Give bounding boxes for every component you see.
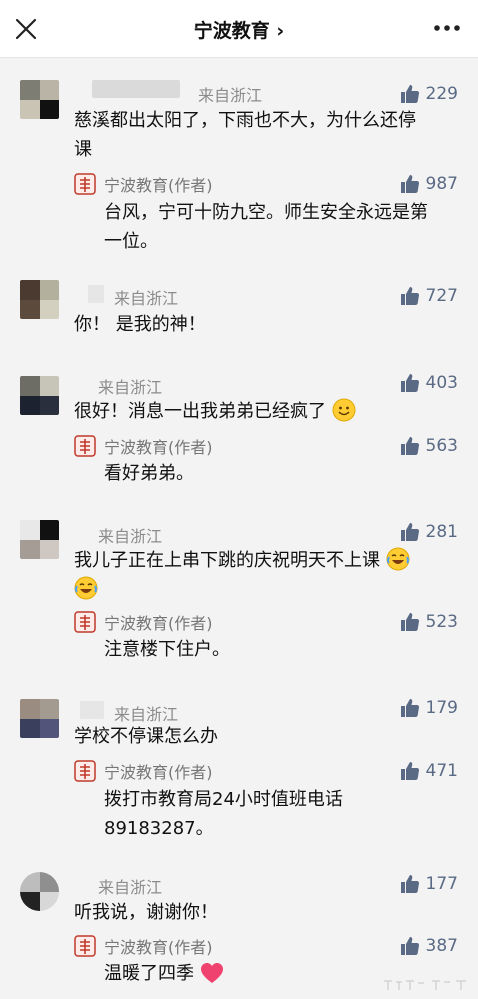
thumbs-up-icon <box>400 85 419 103</box>
avatar[interactable] <box>20 80 59 119</box>
author-name: 宁波教育(作者) <box>104 438 213 457</box>
like-button[interactable]: 177 <box>400 872 458 896</box>
smile-emoji-icon <box>332 398 356 422</box>
watermark-logo-icon <box>384 980 466 990</box>
comment-feed[interactable]: 来自浙江 229 慈溪都出太阳了，下雨也不大，为什么还停 课 宁波教育(作者) … <box>0 58 478 999</box>
author-name: 宁波教育(作者) <box>104 176 213 195</box>
comment-text-line: 课 <box>74 139 92 160</box>
username-masked[interactable] <box>92 80 180 98</box>
like-button[interactable]: 179 <box>400 696 458 720</box>
more-icon[interactable] <box>430 14 464 42</box>
like-count: 471 <box>425 761 458 781</box>
author-avatar-icon <box>74 435 96 457</box>
thumbs-up-icon <box>400 937 419 955</box>
avatar[interactable] <box>20 280 59 319</box>
location-label: 来自浙江 <box>98 527 163 546</box>
reply-text: 拨打市教育局24小时值班电话 89183287。 <box>104 785 444 843</box>
location-label: 来自浙江 <box>98 378 163 397</box>
thumbs-up-icon <box>400 374 419 392</box>
username-masked[interactable] <box>88 285 104 303</box>
like-button[interactable]: 403 <box>400 371 458 395</box>
author-name: 宁波教育(作者) <box>104 763 213 782</box>
like-count: 563 <box>425 436 458 456</box>
like-button[interactable]: 987 <box>400 172 458 196</box>
reply-text-line: 台风，宁可十防九空。师生安全永远是第 <box>104 202 428 223</box>
location-label: 来自浙江 <box>98 878 163 897</box>
author-reply-header: 宁波教育(作者) <box>74 434 213 458</box>
thumbs-up-icon <box>400 613 419 631</box>
like-count: 987 <box>425 174 458 194</box>
author-reply-header: 宁波教育(作者) <box>74 610 213 634</box>
avatar[interactable] <box>20 520 59 559</box>
like-button[interactable]: 727 <box>400 284 458 308</box>
comment-text: 学校不停课怎么办 <box>74 726 218 747</box>
author-avatar-icon <box>74 611 96 633</box>
comment-text-line: 慈溪都出太阳了，下雨也不大，为什么还停 <box>74 110 416 131</box>
like-button[interactable]: 471 <box>400 759 458 783</box>
thumbs-up-icon <box>400 287 419 305</box>
page-title[interactable]: 宁波教育 › <box>0 16 478 43</box>
like-button[interactable]: 281 <box>400 520 458 544</box>
comment-text-content: 很好！消息一出我弟弟已经疯了 <box>74 401 326 422</box>
location-label: 来自浙江 <box>198 86 263 105</box>
like-count: 387 <box>425 936 458 956</box>
reply-text: 注意楼下住户。 <box>104 639 230 660</box>
author-reply-header: 宁波教育(作者) <box>74 934 213 958</box>
like-count: 523 <box>425 612 458 632</box>
reply-text-content: 温暖了四季 <box>104 963 194 984</box>
thumbs-up-icon <box>400 762 419 780</box>
thumbs-up-icon <box>400 437 419 455</box>
location-label: 来自浙江 <box>114 289 179 308</box>
comment-text: 慈溪都出太阳了，下雨也不大，为什么还停 课 <box>74 106 416 164</box>
comment-text: 你！ 是我的神！ <box>74 314 206 335</box>
author-avatar-icon <box>74 760 96 782</box>
author-name: 宁波教育(作者) <box>104 938 213 957</box>
reply-text: 看好弟弟。 <box>104 463 194 484</box>
avatar[interactable] <box>20 376 59 415</box>
like-count: 179 <box>425 698 458 718</box>
laugh-cry-emoji-icon <box>74 576 98 600</box>
reply-text-line: 一位。 <box>104 231 158 252</box>
comment-text: 听我说，谢谢你！ <box>74 902 218 923</box>
like-button[interactable]: 387 <box>400 934 458 958</box>
like-count: 177 <box>425 874 458 894</box>
like-count: 281 <box>425 522 458 542</box>
author-name: 宁波教育(作者) <box>104 614 213 633</box>
thumbs-up-icon <box>400 523 419 541</box>
reply-text-line: 拨打市教育局24小时值班电话 <box>104 789 343 810</box>
like-button[interactable]: 563 <box>400 434 458 458</box>
comment-text: 我儿子正在上串下跳的庆祝明天不上课 <box>74 546 454 604</box>
top-bar: 宁波教育 › <box>0 0 478 58</box>
author-reply-header: 宁波教育(作者) <box>74 759 213 783</box>
thumbs-up-icon <box>400 699 419 717</box>
author-avatar-icon <box>74 935 96 957</box>
heart-emoji-icon <box>200 963 223 983</box>
avatar[interactable] <box>20 872 59 911</box>
thumbs-up-icon <box>400 875 419 893</box>
like-button[interactable]: 229 <box>400 82 458 106</box>
like-count: 403 <box>425 373 458 393</box>
author-reply-header: 宁波教育(作者) <box>74 172 213 196</box>
like-count: 229 <box>425 84 458 104</box>
comment-text-content: 我儿子正在上串下跳的庆祝明天不上课 <box>74 550 380 571</box>
laugh-cry-emoji-icon <box>386 547 410 571</box>
reply-text: 台风，宁可十防九空。师生安全永远是第 一位。 <box>104 198 444 256</box>
comment-text: 很好！消息一出我弟弟已经疯了 <box>74 397 356 426</box>
username-masked[interactable] <box>80 701 104 719</box>
thumbs-up-icon <box>400 175 419 193</box>
avatar[interactable] <box>20 699 59 738</box>
like-count: 727 <box>425 286 458 306</box>
like-button[interactable]: 523 <box>400 610 458 634</box>
reply-text-line: 89183287。 <box>104 818 214 839</box>
author-avatar-icon <box>74 173 96 195</box>
